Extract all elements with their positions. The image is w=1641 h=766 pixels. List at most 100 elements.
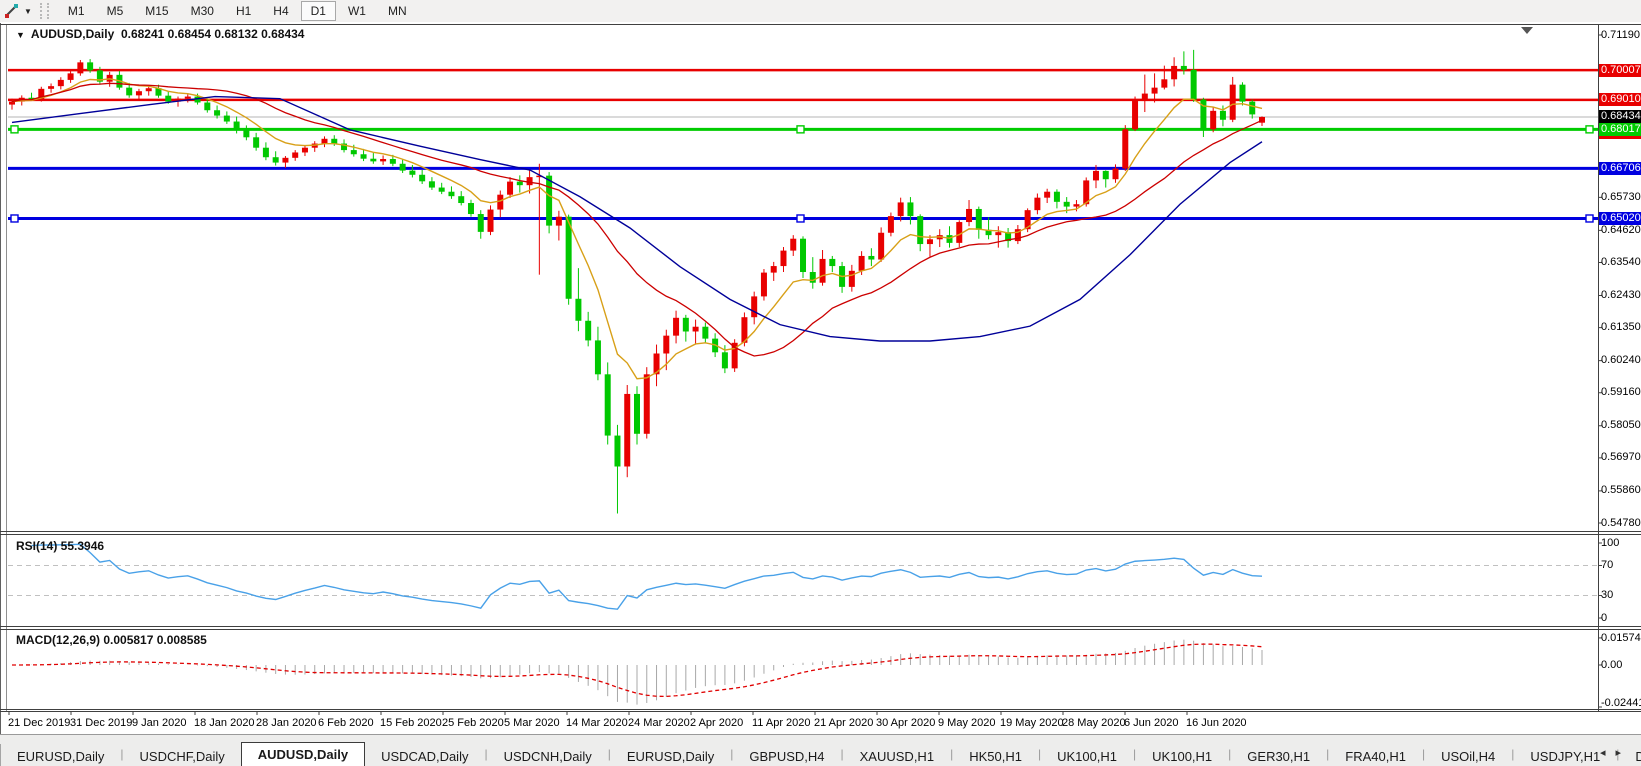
tabs: EURUSD,Daily | USDCHF,Daily AUDUSD,Daily USD… [1,742,1641,766]
tab-eurusd-daily[interactable]: EURUSD,Daily [1,746,120,766]
price-tick-label: 0.58050 [1601,419,1641,432]
tab-usdcad-daily[interactable]: USDCAD,Daily [365,746,484,766]
tab-hk50-h1[interactable]: HK50,H1 [953,746,1038,766]
candle-body [809,272,816,283]
candle-body [956,222,963,243]
tab-uk100-h1[interactable]: UK100,H1 [1136,746,1228,766]
price-tick-label: 0.61350 [1601,321,1641,334]
hline-handle-0.6502[interactable] [1585,214,1594,223]
toolbar-dropdown-icon[interactable]: ▼ [24,7,32,16]
candle-body [1034,197,1041,211]
candle-body [800,238,807,273]
price-tag-0.70007: 0.70007 [1599,63,1641,77]
toolbar-grip[interactable] [39,3,49,19]
hline-handle-0.68017[interactable] [10,125,19,134]
chart-canvas[interactable] [0,22,1641,734]
candle-body [1219,110,1226,120]
candle-body [721,352,728,369]
candle-body [409,170,416,175]
price-tick-label: 0.54780 [1601,516,1641,529]
candle-body [507,181,514,195]
candle-body [292,152,299,158]
tab-eurusd-daily[interactable]: EURUSD,Daily [611,746,730,766]
tab-usdcnh-daily[interactable]: USDCNH,Daily [488,746,608,766]
tab-usdchf-daily[interactable]: USDCHF,Daily [124,746,241,766]
timeframe-button-H1[interactable]: H1 [226,1,261,21]
expand-arrow-icon[interactable]: ▼ [16,30,25,40]
candle-body [575,298,582,321]
price-tag-0.68434: 0.68434 [1599,110,1641,124]
candle-body [516,181,523,186]
hline-handle-0.6502[interactable] [10,214,19,223]
price-tag-0.65020: 0.65020 [1599,211,1641,225]
timeframe-button-M15[interactable]: M15 [135,1,178,21]
macd-axis-label: -0.024412 [1601,696,1641,709]
rsi-axis-label: 30 [1601,589,1614,601]
tab-audusd-daily[interactable]: AUDUSD,Daily [240,742,366,766]
candle-body [1122,129,1129,169]
line-style-icon[interactable] [2,2,22,20]
price-tick-label: 0.64620 [1601,223,1641,236]
candle-body [360,154,367,159]
candle-body [380,159,387,162]
candle-body [614,435,621,467]
date-label: 28 May 2020 [1062,717,1126,729]
date-label: 14 Mar 2020 [566,717,628,729]
rsi-axis-label: 70 [1601,559,1614,571]
price-tick-label: 0.71190 [1601,28,1640,41]
tab-usoil-h4[interactable]: USOil,H4 [1425,746,1511,766]
candle-body [1063,201,1070,207]
hline-handle-0.68017[interactable] [1585,125,1594,134]
candle-body [204,102,211,111]
timeframe-button-MN[interactable]: MN [378,1,417,21]
timeframe-button-M1[interactable]: M1 [58,1,95,21]
price-tick-label: 0.55860 [1601,484,1641,497]
candle-body [878,232,885,260]
rsi-label: RSI(14) 55.3946 [16,539,105,553]
macd-label: MACD(12,26,9) 0.005817 0.008585 [16,633,207,647]
price-tick-label: 0.65730 [1601,190,1641,203]
tab-uk100-h1[interactable]: UK100,H1 [1041,746,1133,766]
candle-body [790,238,797,251]
tab-scroll-arrows[interactable]: ◂▸ [1600,746,1631,759]
tab-ger30-h1[interactable]: GER30,H1 [1231,746,1326,766]
candle-body [760,272,767,297]
date-label: 21 Dec 2019 [8,717,71,729]
price-tick-label: 0.59160 [1601,386,1641,399]
candle-body [907,202,914,217]
candle-body [946,235,953,243]
mt4-chart-window: ▼ M1 M5 M15 M30 H1 H4 D1 W1 MN ▼ AUDUSD,Daily 0.6… [0,0,1641,766]
candle-body [848,270,855,287]
timeframe-button-D1[interactable]: D1 [300,1,336,21]
timeframe-button-H4[interactable]: H4 [263,1,298,21]
candle-body [467,203,474,215]
date-label: 28 Jan 2020 [256,717,317,729]
timeframe-button-W1[interactable]: W1 [338,1,376,21]
candle-body [1073,204,1080,207]
candle-body [214,110,221,116]
candle-body [419,174,426,182]
timeframe-button-M5[interactable]: M5 [97,1,134,21]
hline-handle-0.68017[interactable] [796,125,805,134]
candle-body [1161,79,1168,88]
candle-body [546,175,553,226]
tab-gbpusd-h4[interactable]: GBPUSD,H4 [733,746,840,766]
candle-body [1053,191,1060,202]
tab-xauusd-h1[interactable]: XAUUSD,H1 [844,746,950,766]
candle-body [1141,93,1148,102]
candle-body [555,216,562,226]
candle-body [67,73,74,80]
candle-body [370,158,377,162]
timeframe-button-M30[interactable]: M30 [181,1,224,21]
hline-handle-0.6502[interactable] [796,214,805,223]
candle-body [682,317,689,332]
tab-fra40-h1[interactable]: FRA40,H1 [1329,746,1422,766]
ohlc-header: ▼ AUDUSD,Daily 0.68241 0.68454 0.68132 0.… [16,27,304,41]
date-label: 25 Feb 2020 [442,717,504,729]
timeframe-buttons: M1 M5 M15 M30 H1 H4 D1 W1 MN [57,1,418,21]
chart-tabbar: EURUSD,Daily | USDCHF,Daily AUDUSD,Daily USD… [0,734,1641,766]
tab-scroll-left-icon: ◂ [1599,747,1616,759]
candle-body [887,216,894,233]
candle-body [399,163,406,171]
candle-body [780,250,787,267]
